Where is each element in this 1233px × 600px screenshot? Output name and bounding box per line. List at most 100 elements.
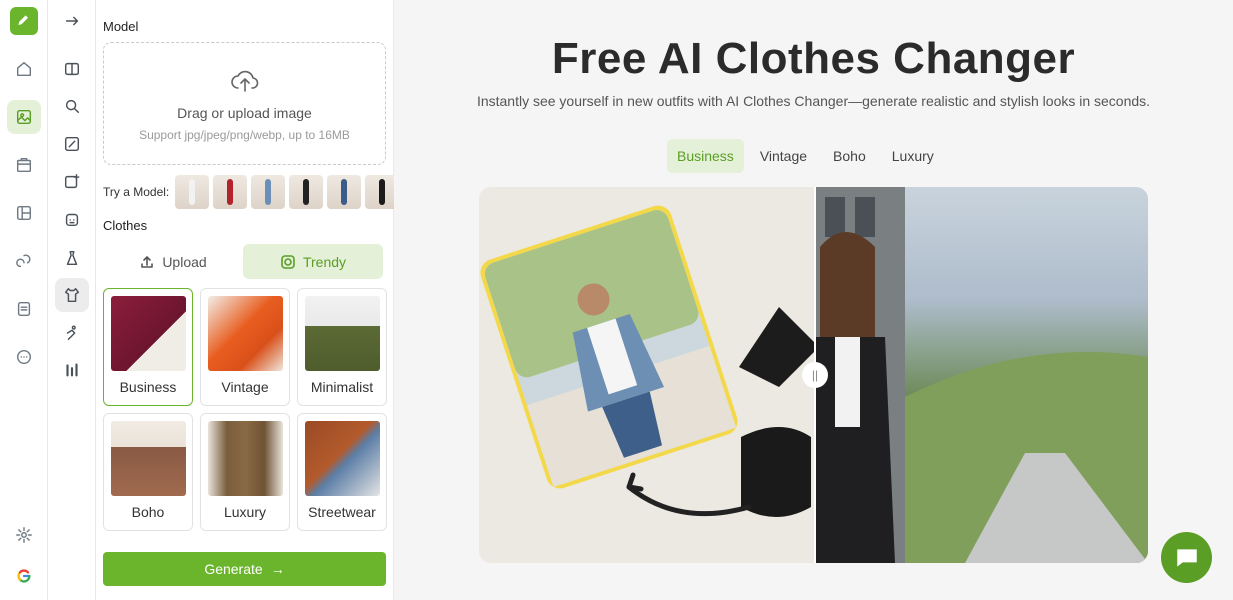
try-model-label: Try a Model: bbox=[103, 185, 170, 199]
style-label: Vintage bbox=[221, 379, 269, 395]
upload-dropzone[interactable]: Drag or upload image Support jpg/jpeg/pn… bbox=[103, 42, 386, 165]
home-icon bbox=[16, 61, 32, 77]
trendy-icon bbox=[281, 254, 295, 269]
tool-clothes-changer[interactable] bbox=[55, 278, 89, 312]
tool-avatar[interactable] bbox=[55, 202, 89, 236]
tab-trendy[interactable]: Trendy bbox=[243, 244, 383, 279]
style-thumbnail bbox=[208, 296, 283, 371]
dress-icon bbox=[66, 250, 78, 266]
rail-effects[interactable] bbox=[7, 244, 41, 278]
arrow-right-icon: → bbox=[270, 561, 285, 577]
arrow-right-icon bbox=[65, 16, 79, 26]
add-image-icon bbox=[64, 174, 80, 189]
style-card-boho[interactable]: Boho bbox=[103, 413, 193, 531]
style-thumbnail bbox=[111, 421, 186, 496]
category-tab-boho[interactable]: Boho bbox=[823, 139, 876, 173]
edit-icon bbox=[64, 136, 80, 152]
rail-store[interactable] bbox=[7, 148, 41, 182]
rail-layout[interactable] bbox=[7, 196, 41, 230]
document-icon bbox=[17, 301, 31, 317]
store-icon bbox=[16, 157, 32, 173]
rail-image-tools[interactable] bbox=[7, 100, 41, 134]
tool-sidebar bbox=[48, 0, 96, 600]
chat-icon bbox=[1176, 548, 1197, 567]
layout-icon bbox=[16, 205, 32, 221]
style-thumbnail bbox=[305, 296, 380, 371]
model-thumbnail[interactable] bbox=[175, 175, 209, 209]
category-tabs: Business Vintage Boho Luxury bbox=[667, 139, 944, 173]
compare-slider-handle[interactable]: || bbox=[802, 362, 828, 388]
style-card-minimalist[interactable]: Minimalist bbox=[297, 288, 387, 406]
chat-support-button[interactable] bbox=[1161, 532, 1212, 583]
category-tab-luxury[interactable]: Luxury bbox=[882, 139, 944, 173]
model-thumbnail[interactable] bbox=[213, 175, 247, 209]
app-logo[interactable] bbox=[10, 7, 38, 35]
style-label: Boho bbox=[131, 504, 165, 520]
face-swap-icon bbox=[65, 99, 80, 114]
tab-trendy-label: Trendy bbox=[302, 253, 347, 270]
tool-compare[interactable] bbox=[55, 52, 89, 86]
left-rail bbox=[0, 0, 48, 600]
tool-edit[interactable] bbox=[55, 127, 89, 161]
generate-button[interactable]: Generate → bbox=[103, 552, 386, 586]
before-after-comparison: || bbox=[479, 187, 1148, 563]
style-label: Streetwear bbox=[308, 504, 376, 520]
style-card-streetwear[interactable]: Streetwear bbox=[297, 413, 387, 531]
style-card-vintage[interactable]: Vintage bbox=[200, 288, 290, 406]
rail-document[interactable] bbox=[7, 292, 41, 326]
upload-title: Drag or upload image bbox=[177, 105, 312, 121]
gear-icon bbox=[16, 527, 32, 543]
bars-icon bbox=[66, 363, 78, 377]
upload-hint: Support jpg/jpeg/png/webp, up to 16MB bbox=[139, 128, 350, 142]
image-icon bbox=[16, 109, 32, 125]
tab-upload[interactable]: Upload bbox=[103, 244, 243, 279]
style-thumbnail bbox=[305, 421, 380, 496]
pose-icon bbox=[66, 325, 76, 341]
tab-upload-label: Upload bbox=[162, 253, 207, 270]
rail-chat[interactable] bbox=[7, 340, 41, 374]
control-panel: Model Drag or upload image Support jpg/j… bbox=[96, 0, 399, 600]
before-image bbox=[479, 187, 819, 563]
style-grid: Business Vintage Minimalist Boho Luxury … bbox=[103, 288, 387, 531]
cloud-upload-icon bbox=[231, 70, 259, 92]
effects-icon bbox=[16, 254, 31, 268]
tool-dress[interactable] bbox=[55, 241, 89, 275]
category-tab-vintage[interactable]: Vintage bbox=[750, 139, 817, 173]
category-tab-business[interactable]: Business bbox=[667, 139, 744, 173]
style-label: Minimalist bbox=[310, 379, 374, 395]
style-card-luxury[interactable]: Luxury bbox=[200, 413, 290, 531]
google-icon bbox=[17, 569, 31, 583]
tool-pose[interactable] bbox=[55, 316, 89, 350]
model-thumbnail[interactable] bbox=[289, 175, 323, 209]
page-subtitle: Instantly see yourself in new outfits wi… bbox=[476, 93, 1151, 109]
upload-icon bbox=[141, 255, 154, 268]
clothes-label: Clothes bbox=[103, 218, 148, 233]
model-thumbnails bbox=[175, 175, 399, 209]
rail-home[interactable] bbox=[7, 52, 41, 86]
style-thumbnail bbox=[208, 421, 283, 496]
avatar-icon bbox=[65, 213, 79, 227]
model-label: Model bbox=[103, 19, 139, 34]
style-label: Luxury bbox=[223, 504, 267, 520]
rail-google-account[interactable] bbox=[7, 559, 41, 593]
after-image bbox=[815, 187, 1148, 563]
style-label: Business bbox=[119, 379, 177, 395]
model-thumbnail[interactable] bbox=[327, 175, 361, 209]
collapse-button[interactable] bbox=[55, 4, 89, 38]
rail-settings[interactable] bbox=[7, 518, 41, 552]
after-image-artwork bbox=[815, 187, 1148, 563]
chat-bubble-icon bbox=[16, 349, 32, 365]
tool-analytics[interactable] bbox=[55, 353, 89, 387]
model-thumbnail[interactable] bbox=[251, 175, 285, 209]
generate-label: Generate bbox=[204, 561, 263, 577]
clothes-tabs: Upload Trendy bbox=[103, 244, 383, 279]
style-card-business[interactable]: Business bbox=[103, 288, 193, 406]
compare-icon bbox=[64, 62, 80, 76]
pencil-icon bbox=[18, 15, 28, 25]
clothes-icon bbox=[64, 287, 80, 303]
tool-add-image[interactable] bbox=[55, 165, 89, 199]
tool-face[interactable] bbox=[55, 89, 89, 123]
main-content: Free AI Clothes Changer Instantly see yo… bbox=[394, 0, 1233, 600]
before-image-artwork bbox=[480, 205, 819, 517]
page-title: Free AI Clothes Changer bbox=[551, 34, 1076, 83]
